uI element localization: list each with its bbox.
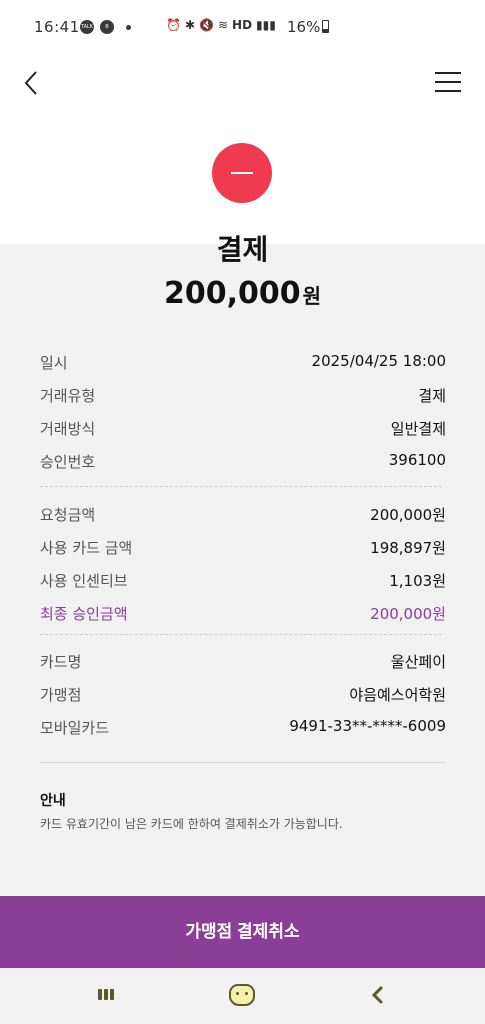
detail-value: 396100 (388, 451, 446, 469)
details-group-card: 카드명 울산페이 가맹점 야음예스어학원 모바일카드 9491-33**-***… (40, 651, 446, 750)
detail-value: 1,103원 (389, 572, 446, 590)
detail-row-approval-number: 승인번호 396100 (40, 451, 446, 484)
detail-row-card-name: 카드명 울산페이 (40, 651, 446, 684)
status-bar: 16:41 TALK B ⏰ ✱ 🔇 ≋ HD ▮▮▮ 16% (0, 0, 485, 56)
detail-row-card-amount: 사용 카드 금액 198,897원 (40, 537, 446, 570)
recents-icon[interactable] (98, 989, 114, 1000)
hd-voice-label: HD (232, 18, 253, 32)
detail-label: 모바일카드 (40, 719, 110, 737)
status-icons: ⏰ ✱ 🔇 ≋ HD ▮▮▮ (166, 18, 276, 32)
details-group-amounts: 요청금액 200,000원 사용 카드 금액 198,897원 사용 인센티브 … (40, 504, 446, 636)
bluetooth-icon: ✱ (184, 18, 196, 32)
detail-label: 최종 승인금액 (40, 605, 128, 623)
status-time: 16:41 (34, 18, 80, 36)
dashed-divider (40, 634, 442, 635)
detail-row-type: 거래유형 결제 (40, 385, 446, 418)
wifi-icon: ≋ (217, 18, 229, 32)
detail-label: 일시 (40, 354, 68, 372)
detail-label: 승인번호 (40, 453, 96, 471)
more-notifications-icon (126, 24, 131, 30)
detail-value: 2025/04/25 18:00 (311, 352, 446, 370)
payment-amount: 200,000 원 (0, 276, 485, 311)
detail-value: 200,000원 (370, 605, 446, 623)
detail-value: 9491-33**-****-6009 (289, 717, 446, 735)
notice-text: 카드 유효기간이 남은 카드에 한하여 결제취소가 가능합니다. (40, 817, 343, 831)
merchant-cancel-button[interactable]: 가맹점 결제취소 (0, 896, 485, 968)
details-group-transaction: 일시 2025/04/25 18:00 거래유형 결제 거래방식 일반결제 승인… (40, 352, 446, 484)
detail-value: 울산페이 (390, 653, 446, 671)
detail-label: 카드명 (40, 653, 82, 671)
detail-row-datetime: 일시 2025/04/25 18:00 (40, 352, 446, 385)
detail-value: 200,000원 (370, 506, 446, 524)
notification-icons: TALK B (80, 20, 131, 34)
battery-percent: 16% (287, 18, 321, 36)
detail-row-final-amount: 최종 승인금액 200,000원 (40, 603, 446, 636)
alarm-icon: ⏰ (166, 18, 181, 32)
detail-row-mobile-card: 모바일카드 9491-33**-****-6009 (40, 717, 446, 750)
detail-row-incentive: 사용 인센티브 1,103원 (40, 570, 446, 603)
detail-label: 사용 카드 금액 (40, 539, 133, 557)
detail-label: 사용 인센티브 (40, 572, 128, 590)
minus-icon (212, 143, 272, 203)
talk-notification-icon: TALK (80, 20, 94, 34)
detail-value: 결제 (418, 387, 446, 405)
detail-label: 거래유형 (40, 387, 96, 405)
notice-title: 안내 (40, 793, 66, 809)
detail-value: 198,897원 (370, 539, 446, 557)
detail-row-method: 거래방식 일반결제 (40, 418, 446, 451)
amount-unit: 원 (302, 284, 322, 308)
back-icon[interactable] (18, 68, 48, 98)
detail-label: 가맹점 (40, 686, 82, 704)
page-title: 결제 (216, 233, 269, 266)
system-nav-bar (0, 968, 485, 1024)
amount-value: 200,000 (163, 276, 301, 311)
detail-value: 일반결제 (390, 420, 446, 438)
signal-icon: ▮▮▮ (256, 18, 276, 32)
battery-indicator: 16% (287, 18, 330, 36)
app-notification-icon: B (100, 20, 114, 34)
menu-icon[interactable] (435, 72, 461, 94)
detail-label: 요청금액 (40, 506, 96, 524)
detail-row-requested-amount: 요청금액 200,000원 (40, 504, 446, 537)
detail-row-merchant: 가맹점 야음예스어학원 (40, 684, 446, 717)
section-divider (40, 762, 445, 763)
detail-value: 야음예스어학원 (349, 686, 446, 704)
battery-icon (322, 20, 330, 33)
dashed-divider (40, 486, 442, 487)
header (0, 56, 485, 244)
mute-icon: 🔇 (199, 18, 214, 32)
home-icon[interactable] (229, 984, 255, 1006)
detail-label: 거래방식 (40, 420, 96, 438)
nav-back-icon[interactable] (370, 986, 384, 1004)
